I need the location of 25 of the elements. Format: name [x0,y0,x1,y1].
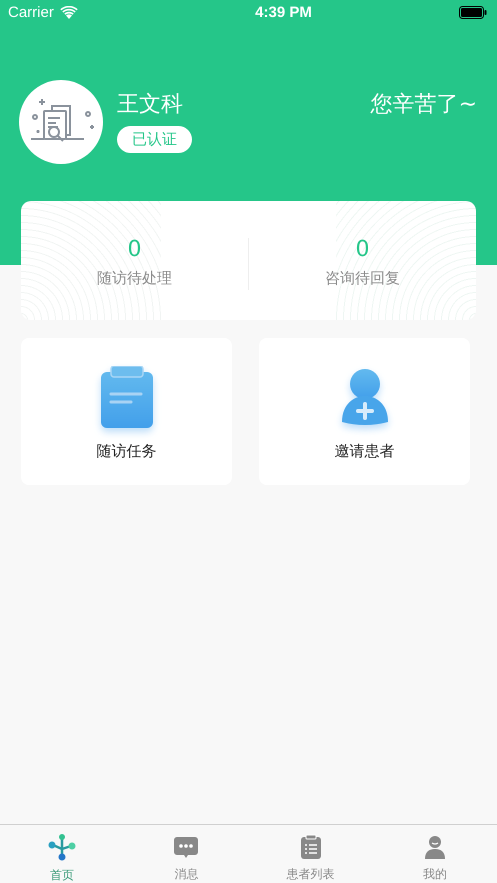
tab-label[interactable]: 患者列表 [286,866,335,883]
person-plus-icon [340,366,390,428]
user-name: 王文科 [117,91,183,119]
action-label: 随访任务 [96,442,156,461]
carrier-name: Carrier [8,4,54,20]
tab-label[interactable]: 消息 [174,866,198,883]
stat-count: 0 [356,236,370,262]
greeting-text: 您辛苦了~ [370,91,477,119]
stat-label: 咨询待回复 [325,268,400,288]
network-icon[interactable] [48,833,76,861]
action-card[interactable]: 随访任务 [21,338,232,485]
clock-time: 4:39 PM [255,4,312,20]
user-icon[interactable] [424,833,446,860]
list-icon[interactable] [300,833,322,860]
stat-count: 0 [128,236,142,262]
tab-label[interactable]: 我的 [422,866,447,883]
clipboard-icon [98,366,154,428]
tab-label[interactable]: 首页 [50,867,74,883]
battery-icon [458,6,487,18]
stat-label: 随访待处理 [97,268,172,288]
action-label: 邀请患者 [334,442,394,461]
wifi-icon [60,6,78,18]
verified-badge: 已认证 [117,126,192,153]
action-card[interactable]: 邀请患者 [259,338,470,485]
avatar-icon [19,80,103,164]
